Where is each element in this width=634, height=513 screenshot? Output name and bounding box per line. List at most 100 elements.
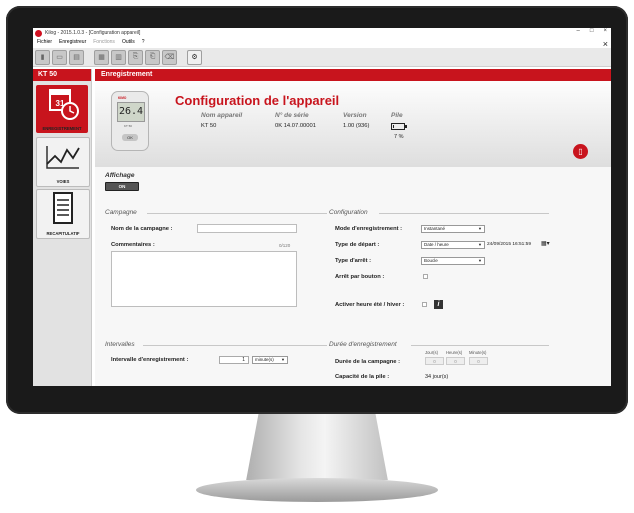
campaign-section-title: Campagne: [105, 209, 137, 216]
version-value: 1.00 (936): [343, 123, 370, 129]
comments-label: Commentaires :: [111, 242, 155, 248]
interval-label: Intervalle d'enregistrement :: [111, 357, 189, 363]
save-icon[interactable]: ▮: [35, 49, 50, 65]
document-icon: [53, 192, 73, 224]
duration-section-title: Durée d'enregistrement: [329, 341, 397, 348]
dst-checkbox[interactable]: [422, 302, 427, 307]
hours-header: Heure(s): [446, 350, 463, 355]
main-panel: Enregistrement KIMO 26.4 KT 50 OK Config…: [95, 69, 611, 386]
display-label: Affichage: [105, 172, 135, 179]
device-connection-icon[interactable]: ▯: [573, 144, 588, 159]
menu-fichier[interactable]: Fichier: [37, 39, 52, 45]
menu-fonctions[interactable]: Fonctions: [93, 39, 115, 45]
device-name-header: Nom appareil: [201, 112, 243, 119]
device-erase-icon[interactable]: ⌫: [162, 49, 177, 65]
menu-help[interactable]: ?: [142, 39, 145, 45]
sidebar: KT 50 31 ENREGISTREMENT VOIES RECAPITULA…: [33, 69, 92, 386]
battery-percent: 7 %: [394, 134, 404, 140]
info-icon[interactable]: i: [434, 300, 443, 309]
button-stop-checkbox[interactable]: [423, 274, 428, 279]
start-type-select[interactable]: Date / heure ▼: [421, 241, 485, 249]
campaign-name-label: Nom de la campagne :: [111, 226, 173, 232]
serial-value: 0K 14.07.00001: [275, 123, 316, 129]
sidebar-item-label: ENREGISTREMENT: [42, 126, 82, 131]
device-read-icon[interactable]: ⎘: [128, 49, 143, 65]
device-image: KIMO 26.4 KT 50 OK: [111, 91, 149, 151]
export-icon[interactable]: ▥: [111, 49, 126, 65]
battery-capacity-label: Capacité de la pile :: [335, 374, 390, 380]
calendar-clock-icon: 31: [49, 89, 79, 120]
calendar-picker-icon[interactable]: ▦▾: [541, 240, 550, 247]
comments-counter: 0/120: [279, 243, 291, 248]
device-ok-button: OK: [122, 134, 138, 141]
sidebar-item-enregistrement[interactable]: 31 ENREGISTREMENT: [36, 85, 88, 133]
serial-header: N° de série: [275, 112, 309, 119]
sidebar-device-title: KT 50: [33, 69, 91, 81]
campaign-name-input[interactable]: [197, 224, 297, 233]
maximize-button[interactable]: □: [590, 28, 594, 34]
monitor-stand-neck: [246, 414, 388, 480]
button-stop-label: Arrêt par bouton :: [335, 274, 385, 280]
interval-unit-value: minute(s): [255, 357, 274, 362]
configuration-section-title: Configuration: [329, 209, 368, 216]
page-title: Configuration de l'appareil: [175, 93, 340, 108]
sidebar-item-voies[interactable]: VOIES: [36, 137, 90, 187]
mode-value: Instantané: [424, 226, 446, 231]
menu-enregistreur[interactable]: Enregistreur: [59, 39, 86, 45]
sidebar-item-label: VOIES: [56, 179, 70, 184]
sidebar-item-recapitulatif[interactable]: RECAPITULATIF: [36, 189, 90, 239]
battery-capacity-value: 34 jour(s): [425, 374, 449, 380]
interval-stepper[interactable]: 1: [219, 356, 249, 364]
dropdown-arrow-icon: ▼: [478, 226, 482, 231]
dropdown-arrow-icon: ▼: [478, 242, 482, 247]
sidebar-item-label: RECAPITULATIF: [46, 231, 80, 236]
device-write-icon[interactable]: ⎗: [145, 49, 160, 65]
display-toggle[interactable]: ON: [105, 182, 139, 191]
menu-bar: Fichier Enregistreur Fonctions Outils ?: [33, 38, 611, 46]
device-brand: KIMO: [118, 96, 127, 100]
open-icon[interactable]: ▭: [52, 49, 67, 65]
line-chart-icon: [46, 146, 80, 169]
device-info-panel: KIMO 26.4 KT 50 OK Configuration de l'ap…: [95, 81, 611, 167]
days-header: Jour(s): [425, 350, 439, 355]
version-header: Version: [343, 112, 367, 119]
download-icon[interactable]: ▤: [69, 49, 84, 65]
start-type-label: Type de départ :: [335, 242, 380, 248]
dst-label: Activer heure été / hiver :: [335, 302, 405, 308]
device-name-value: KT 50: [201, 123, 217, 129]
dropdown-arrow-icon: ▼: [478, 258, 482, 263]
toolbar: ▮ ▭ ▤ ▦ ▥ ⎘ ⎗ ⌫ ⚙: [33, 48, 611, 67]
title-bar: Kilog - 2015.1.0.3 - [Configuration appa…: [33, 28, 611, 38]
minutes-stepper[interactable]: 0: [469, 357, 488, 365]
campaign-duration-label: Durée de la campagne :: [335, 359, 401, 365]
interval-unit-select[interactable]: minute(s) ▼: [252, 356, 288, 364]
days-stepper[interactable]: 0: [425, 357, 444, 365]
start-datetime[interactable]: 24/09/2015 16:51:59: [487, 242, 531, 247]
comments-textarea[interactable]: [111, 251, 297, 307]
dropdown-arrow-icon: ▼: [281, 357, 285, 362]
window-controls: – □ ×: [577, 28, 607, 34]
start-type-value: Date / heure: [424, 242, 449, 247]
print-icon[interactable]: ▦: [94, 49, 109, 65]
divider: [379, 213, 549, 214]
stop-type-select[interactable]: Boucle ▼: [421, 257, 485, 265]
device-lcd: 26.4: [117, 102, 145, 122]
divider: [411, 345, 549, 346]
minimize-button[interactable]: –: [577, 28, 580, 34]
battery-icon: [391, 123, 407, 130]
window-close-button[interactable]: ×: [603, 28, 607, 34]
hours-stepper[interactable]: 0: [446, 357, 465, 365]
app-logo-icon: [35, 29, 42, 37]
app-window: Kilog - 2015.1.0.3 - [Configuration appa…: [33, 28, 611, 386]
stop-type-value: Boucle: [424, 258, 438, 263]
window-title: Kilog - 2015.1.0.3 - [Configuration appa…: [45, 30, 141, 36]
monitor-bezel: Kilog - 2015.1.0.3 - [Configuration appa…: [6, 6, 628, 414]
settings-icon[interactable]: ⚙: [187, 49, 202, 65]
minutes-header: Minute(s): [469, 350, 487, 355]
mode-select[interactable]: Instantané ▼: [421, 225, 485, 233]
section-header: Enregistrement: [95, 69, 611, 81]
divider: [147, 213, 327, 214]
stop-type-label: Type d'arrêt :: [335, 258, 372, 264]
menu-outils[interactable]: Outils: [122, 39, 135, 45]
monitor-stand-base: [196, 478, 438, 502]
